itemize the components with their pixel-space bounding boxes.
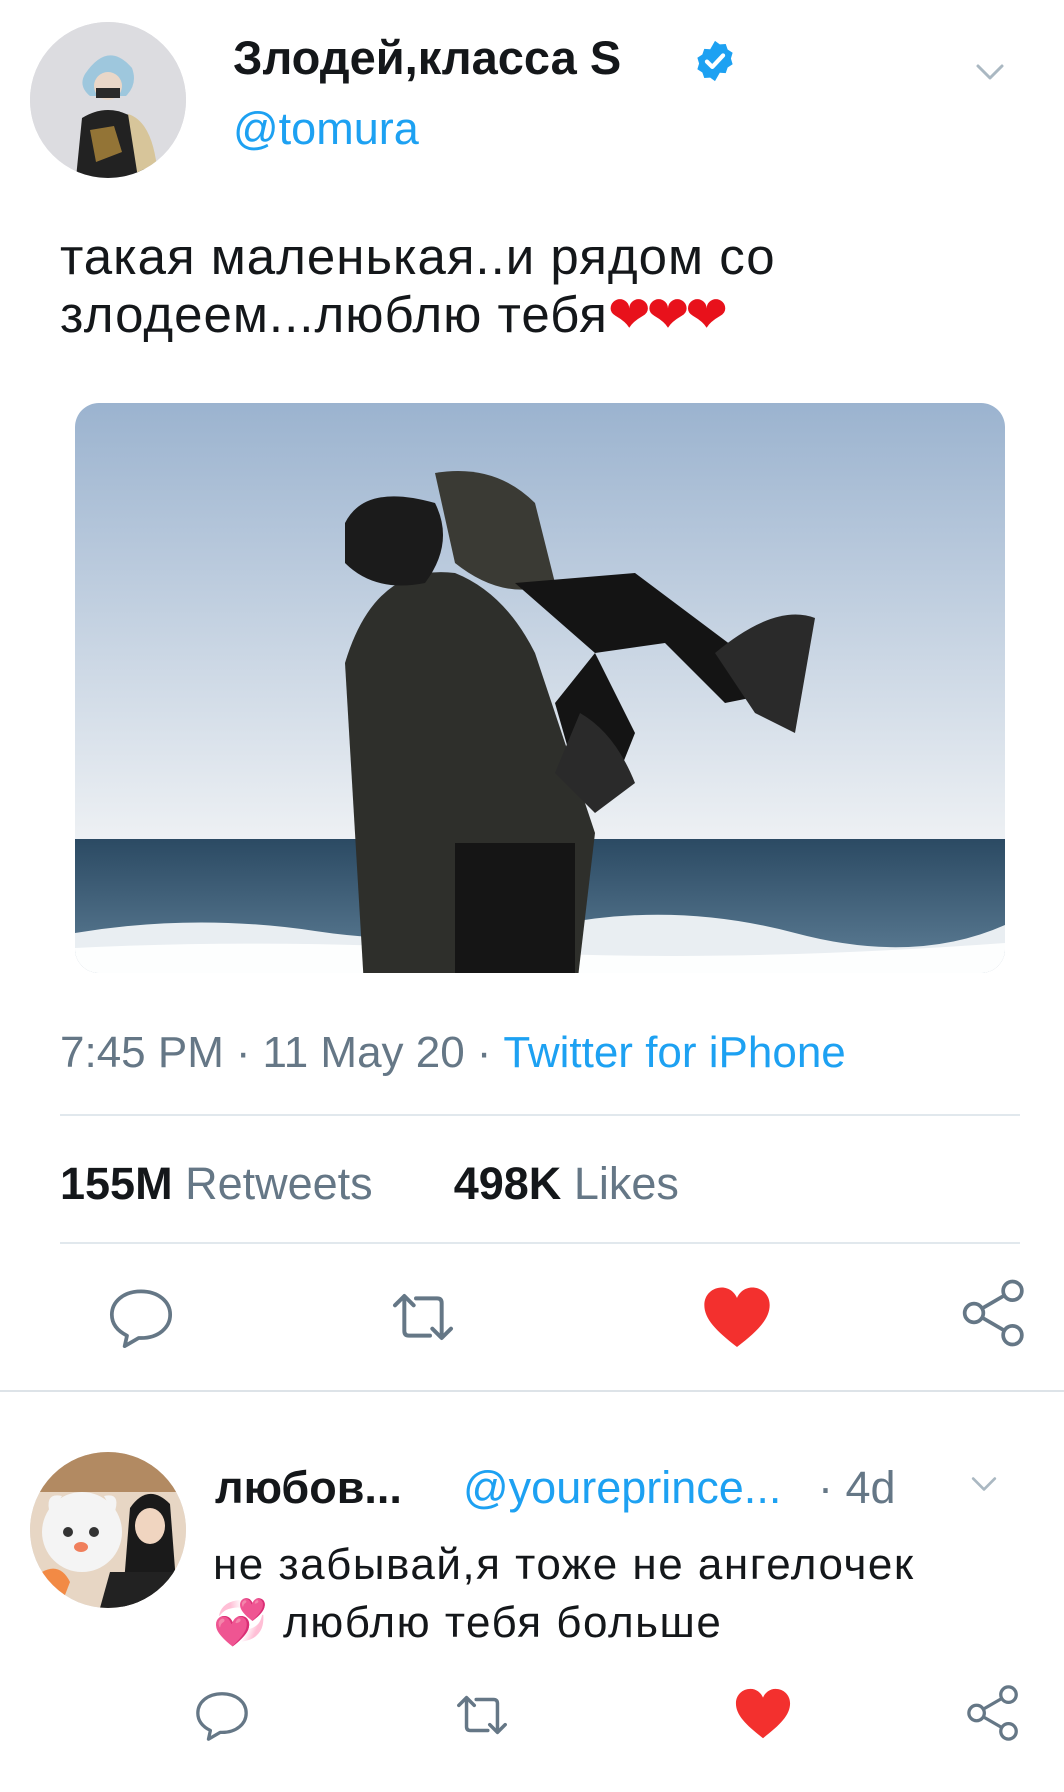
author-display-name[interactable]: Злодей,класса S [233,30,621,85]
reply-icon [196,1692,248,1741]
reply-text: не забывай,я тоже не ангелочек 💞 люблю т… [213,1536,1033,1652]
tweet-source-link[interactable]: Twitter for iPhone [503,1028,845,1077]
red-heart-emoji: ❤❤❤ [607,286,728,343]
author-avatar[interactable] [30,22,186,178]
two-hearts-emoji: 💞 [213,1598,270,1647]
avatar-image [30,1452,186,1608]
divider [60,1242,1020,1244]
retweet-icon [457,1695,507,1735]
reply-author-name[interactable]: любов... [215,1462,402,1514]
likes-label: Likes [573,1158,679,1209]
reply-reply-button[interactable] [193,1686,251,1744]
tweet-text: такая маленькая..и рядом со злодеем...лю… [60,228,1020,344]
tweet-date: 11 May 20 [262,1028,465,1077]
tweet-photo[interactable] [75,403,1005,973]
heart-icon [704,1287,770,1347]
heart-icon [735,1688,791,1739]
retweet-button[interactable] [388,1282,458,1352]
tweet-stats: 155M Retweets 498K Likes [60,1158,679,1210]
reply-button[interactable] [106,1282,176,1352]
chevron-down-icon[interactable] [970,52,1010,92]
reply-timestamp: · 4d [818,1462,896,1513]
divider [60,1114,1020,1116]
chevron-down-icon[interactable] [966,1466,1002,1502]
retweet-icon [393,1294,453,1340]
reply-share-button[interactable] [965,1684,1023,1742]
reply-author-handle[interactable]: @youreprince... [463,1462,781,1514]
reply-text-line2: люблю тебя больше [283,1598,723,1647]
reply-text-line1: не забывай,я тоже не ангелочек [213,1540,915,1589]
verified-badge-icon [692,38,738,84]
share-button[interactable] [960,1278,1030,1348]
retweets-count: 155M [60,1158,173,1209]
reply-like-button[interactable] [734,1686,792,1744]
like-button[interactable] [702,1284,772,1354]
avatar-image [30,22,186,178]
separator-dot: · [476,1028,492,1077]
retweets-label: Retweets [185,1158,373,1209]
photo-image [75,403,1005,973]
author-handle[interactable]: @tomura [233,103,419,155]
reply-icon [109,1289,173,1349]
likes-stat[interactable]: 498K Likes [454,1158,679,1209]
retweets-stat[interactable]: 155M Retweets [60,1158,373,1209]
tweet-time: 7:45 PM [60,1028,224,1077]
tweet-timestamp-line: 7:45 PM · 11 May 20 · Twitter for iPhone [60,1028,846,1078]
share-icon [962,1279,1024,1347]
reply-author-avatar[interactable] [30,1452,186,1608]
separator-dot: · [235,1028,251,1077]
share-icon [967,1685,1018,1741]
likes-count: 498K [453,1158,562,1209]
section-divider [0,1390,1064,1392]
reply-retweet-button[interactable] [453,1686,511,1744]
